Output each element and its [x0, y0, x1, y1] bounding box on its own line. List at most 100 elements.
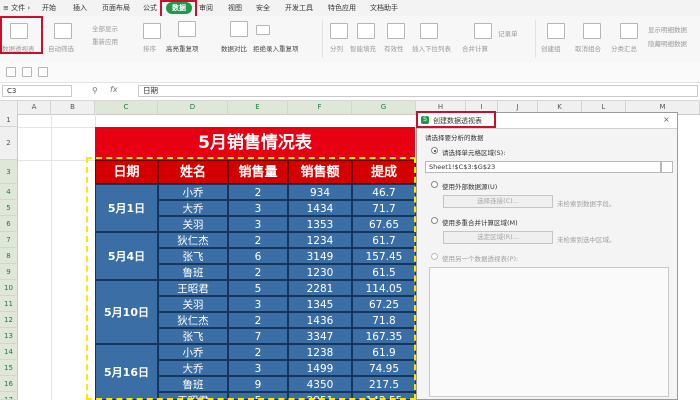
- radio-select-region[interactable]: [431, 147, 438, 154]
- select-all-corner[interactable]: [0, 101, 18, 114]
- row-header[interactable]: 4: [0, 184, 18, 200]
- table-cell[interactable]: 4350: [288, 376, 352, 392]
- header-date[interactable]: 日期: [95, 160, 158, 184]
- table-cell[interactable]: 3: [228, 360, 288, 376]
- radio-other-pivot[interactable]: [431, 253, 438, 260]
- table-cell[interactable]: 2851: [288, 392, 352, 400]
- formula-input[interactable]: 日期: [138, 85, 698, 97]
- menu-review[interactable]: 审阅: [199, 2, 213, 14]
- table-cell[interactable]: 934: [288, 184, 352, 200]
- row-header[interactable]: 1: [0, 114, 18, 127]
- split-button[interactable]: 分列: [330, 43, 343, 53]
- save-icon[interactable]: [6, 67, 16, 77]
- table-cell[interactable]: 大乔: [158, 200, 228, 216]
- menu-insert[interactable]: 插入: [73, 2, 87, 14]
- table-cell[interactable]: 关羽: [158, 296, 228, 312]
- menu-developer[interactable]: 开发工具: [285, 2, 313, 14]
- table-cell[interactable]: 狄仁杰: [158, 232, 228, 248]
- menu-security[interactable]: 安全: [256, 2, 270, 14]
- table-cell[interactable]: 67.65: [352, 216, 416, 232]
- table-cell[interactable]: 71.7: [352, 200, 416, 216]
- row-header[interactable]: 13: [0, 328, 18, 344]
- header-commission[interactable]: 提成: [352, 160, 416, 184]
- table-cell[interactable]: 张飞: [158, 328, 228, 344]
- row-header[interactable]: 5: [0, 200, 18, 216]
- menu-formula[interactable]: 公式: [143, 2, 157, 14]
- name-box[interactable]: C3: [2, 85, 72, 97]
- table-cell[interactable]: 关羽: [158, 216, 228, 232]
- close-icon[interactable]: ×: [663, 115, 670, 124]
- menu-special[interactable]: 特色应用: [328, 2, 356, 14]
- row-header[interactable]: 14: [0, 344, 18, 360]
- table-title[interactable]: 5月销售情况表: [95, 127, 415, 160]
- reapply-button[interactable]: 重新应用: [92, 36, 118, 46]
- column-header[interactable]: D: [158, 101, 228, 114]
- row-header[interactable]: 8: [0, 248, 18, 264]
- hide-detail-button[interactable]: 隐藏明细数据: [648, 38, 687, 48]
- row-header[interactable]: 15: [0, 360, 18, 376]
- zoom-icon[interactable]: ⚲: [92, 86, 98, 95]
- header-amount[interactable]: 销售额: [288, 160, 352, 184]
- record-sheet-button[interactable]: 记录单: [498, 28, 518, 38]
- row-header[interactable]: 6: [0, 216, 18, 232]
- date-cell[interactable]: 5月10日: [95, 280, 158, 344]
- insert-dropdown-button[interactable]: 插入下拉列表: [412, 43, 451, 53]
- table-cell[interactable]: 67.25: [352, 296, 416, 312]
- table-cell[interactable]: 3149: [288, 248, 352, 264]
- table-cell[interactable]: 1230: [288, 264, 352, 280]
- row-header[interactable]: 9: [0, 264, 18, 280]
- table-cell[interactable]: 1234: [288, 232, 352, 248]
- table-cell[interactable]: 3: [228, 216, 288, 232]
- table-cell[interactable]: 小乔: [158, 184, 228, 200]
- table-cell[interactable]: 小乔: [158, 344, 228, 360]
- row-header[interactable]: 16: [0, 376, 18, 392]
- row-header[interactable]: 3: [0, 160, 18, 184]
- validity-button[interactable]: 有效性: [384, 43, 404, 53]
- print-icon[interactable]: [22, 67, 32, 77]
- highlight-duplicate-button[interactable]: 高亮重复项: [166, 43, 199, 53]
- menu-doc-assistant[interactable]: 文档助手: [370, 2, 398, 14]
- table-cell[interactable]: 157.45: [352, 248, 416, 264]
- date-cell[interactable]: 5月4日: [95, 232, 158, 280]
- menu-file[interactable]: ≡ 文件 ›: [3, 2, 30, 14]
- table-cell[interactable]: 大乔: [158, 360, 228, 376]
- show-detail-button[interactable]: 显示明细数据: [648, 24, 687, 34]
- row-header[interactable]: 10: [0, 280, 18, 296]
- subtotal-button[interactable]: 分类汇总: [611, 43, 637, 53]
- fx-icon[interactable]: fx: [110, 85, 118, 94]
- auto-filter-button[interactable]: 自动筛选: [48, 43, 74, 53]
- radio-external-source[interactable]: [431, 181, 438, 188]
- table-cell[interactable]: 狄仁杰: [158, 312, 228, 328]
- table-cell[interactable]: 1238: [288, 344, 352, 360]
- table-cell[interactable]: 1499: [288, 360, 352, 376]
- table-cell[interactable]: 61.9: [352, 344, 416, 360]
- table-cell[interactable]: 2: [228, 312, 288, 328]
- table-cell[interactable]: 217.5: [352, 376, 416, 392]
- row-header[interactable]: 17: [0, 392, 18, 400]
- date-cell[interactable]: 5月1日: [95, 184, 158, 232]
- table-cell[interactable]: 114.05: [352, 280, 416, 296]
- radio-multi-consolidation[interactable]: [431, 217, 438, 224]
- column-header[interactable]: C: [95, 101, 158, 114]
- table-cell[interactable]: 7: [228, 328, 288, 344]
- table-cell[interactable]: 王昭君: [158, 280, 228, 296]
- reject-duplicate-button[interactable]: 拒绝录入重复项: [253, 43, 299, 53]
- table-cell[interactable]: 2: [228, 344, 288, 360]
- table-cell[interactable]: 张飞: [158, 248, 228, 264]
- table-cell[interactable]: 1434: [288, 200, 352, 216]
- smart-fill-button[interactable]: 智能填充: [350, 43, 376, 53]
- choose-connection-button[interactable]: 选择连接(C)...: [443, 195, 553, 208]
- table-cell[interactable]: 1353: [288, 216, 352, 232]
- column-header[interactable]: E: [228, 101, 288, 114]
- ungroup-button[interactable]: 取消组合: [575, 43, 601, 53]
- select-region-button[interactable]: 选定区域(R)...: [443, 231, 553, 244]
- table-cell[interactable]: 61.5: [352, 264, 416, 280]
- table-cell[interactable]: 王昭君: [158, 392, 228, 400]
- create-group-button[interactable]: 创建组: [541, 43, 561, 53]
- table-cell[interactable]: 9: [228, 376, 288, 392]
- sort-button[interactable]: 排序: [143, 43, 156, 53]
- table-cell[interactable]: 61.7: [352, 232, 416, 248]
- table-cell[interactable]: 3: [228, 296, 288, 312]
- pivot-list-box[interactable]: [429, 267, 669, 397]
- date-cell[interactable]: 5月16日: [95, 344, 158, 400]
